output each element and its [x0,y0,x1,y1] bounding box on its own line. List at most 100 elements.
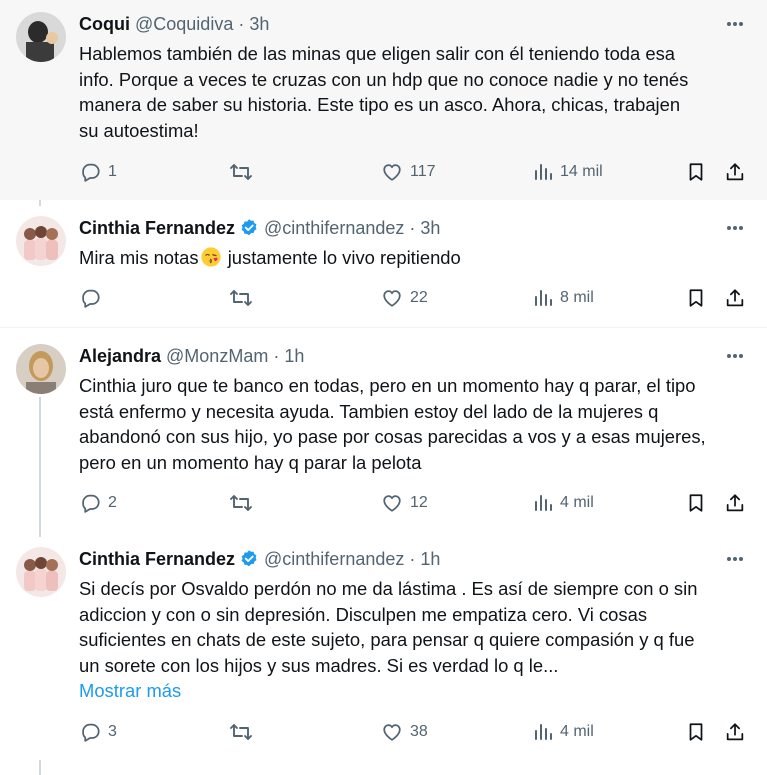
like-icon [383,164,401,181]
tweet[interactable]: Coqui @Coquidiva · 3h Hablemos también d… [0,0,767,200]
author-name[interactable]: Coqui [79,14,130,35]
show-more-link[interactable]: Mostrar más [79,680,181,702]
author-handle[interactable]: @cinthifernandez [264,218,404,239]
view-count: 14 mil [560,163,603,180]
tweet-text: Hablemos también de las minas que eligen… [79,41,749,143]
bookmark-button[interactable] [685,159,707,185]
view-count: 8 mil [560,289,594,306]
author-handle[interactable]: @MonzMam [166,346,268,367]
bookmark-button[interactable] [685,285,707,311]
tweet-text: Si decís por Osvaldo perdón no me da lás… [79,576,749,678]
reply-count: 2 [108,494,117,511]
avatar[interactable] [16,547,66,597]
author-name[interactable]: Cinthia Fernandez [79,549,235,570]
reply-button[interactable]: 3 [79,719,117,745]
retweet-icon [230,164,252,180]
reply-icon [82,289,100,308]
action-bar: 1 117 14 mil [0,159,767,185]
separator: · [409,217,416,238]
reply-icon [82,494,100,513]
tweet-header: Cinthia Fernandez @cinthifernandez · 3h [79,216,440,240]
reply-count: 3 [108,723,117,740]
like-count: 12 [410,494,428,511]
text-line: pero en un momento hay q parar la pelota [79,451,422,473]
text-segment: Mira mis notas [79,247,199,268]
text-line: info. Porque a veces te cruzas con un hd… [79,68,689,90]
reply-button[interactable]: 2 [79,490,117,516]
like-icon [383,495,401,512]
views-button[interactable]: 4 mil [533,490,594,516]
text-line: abandonó con sus hijo, yo pase por cosas… [79,426,706,447]
retweet-button[interactable] [229,285,253,311]
separator: · [409,548,416,569]
text-line: Hablemos también de las minas que eligen… [79,43,676,64]
tweet-text: Cinthia juro que te banco en todas, pero… [79,373,749,475]
retweet-icon [230,724,252,740]
author-name[interactable]: Alejandra [79,346,161,367]
tweet-header: Cinthia Fernandez @cinthifernandez · 1h [79,547,440,571]
views-button[interactable]: 4 mil [533,719,594,745]
like-count: 38 [410,723,428,740]
tweet-header: Coqui @Coquidiva · 3h [79,12,269,36]
views-icon [535,290,552,306]
share-icon [726,494,744,512]
avatar[interactable] [16,12,66,62]
like-icon [383,290,401,307]
more-icon[interactable] [722,346,748,366]
timestamp[interactable]: 1h [284,346,304,367]
face-blowing-kiss-icon [200,247,221,267]
retweet-button[interactable] [229,719,253,745]
reply-icon [82,723,100,742]
view-count: 4 mil [560,723,594,740]
reply-icon [82,163,100,182]
retweet-button[interactable] [229,490,253,516]
retweet-icon [230,290,252,306]
share-button[interactable] [724,159,746,185]
bookmark-icon [689,723,703,741]
timestamp[interactable]: 3h [420,218,440,239]
like-button[interactable]: 12 [381,490,428,516]
author-handle[interactable]: @cinthifernandez [264,549,404,570]
avatar[interactable] [16,216,66,266]
bookmark-icon [689,163,703,181]
timestamp[interactable]: 3h [249,14,269,35]
separator: · [238,13,245,34]
views-button[interactable]: 14 mil [533,159,603,185]
like-button[interactable]: 22 [381,285,428,311]
text-segment: justamente lo vivo repitiendo [222,247,461,268]
text-line: Cinthia juro que te banco en todas, pero… [79,375,696,396]
share-button[interactable] [724,490,746,516]
views-button[interactable]: 8 mil [533,285,594,311]
author-name[interactable]: Cinthia Fernandez [79,218,235,239]
more-icon[interactable] [722,14,748,34]
tweet[interactable]: Cinthia Fernandez @cinthifernandez · 3h … [0,200,767,327]
reply-button[interactable]: 1 [79,159,117,185]
views-icon [535,495,552,511]
view-count: 4 mil [560,494,594,511]
text-line: un sorete con los hijos y sus madres. Si… [79,654,559,676]
more-icon[interactable] [722,218,748,238]
action-bar: 2 12 4 mil [0,490,767,516]
timestamp[interactable]: 1h [420,549,440,570]
verified-badge-icon [241,219,257,236]
views-icon [535,164,552,180]
bookmark-button[interactable] [685,719,707,745]
reply-button[interactable] [79,285,108,311]
like-count: 22 [410,289,428,306]
like-count: 117 [410,163,436,180]
action-bar: 3 38 4 mil [0,719,767,745]
author-handle[interactable]: @Coquidiva [135,14,233,35]
share-button[interactable] [724,719,746,745]
like-button[interactable]: 38 [381,719,428,745]
action-bar: 22 8 mil [0,285,767,311]
avatar[interactable] [16,344,66,394]
tweet[interactable]: Alejandra @MonzMam · 1h Cinthia juro que… [0,328,767,529]
views-icon [535,724,552,740]
text-line: manera de saber su historia. Este tipo e… [79,94,681,115]
share-button[interactable] [724,285,746,311]
tweet[interactable]: Cinthia Fernandez @cinthifernandez · 1h … [0,529,767,775]
bookmark-button[interactable] [685,490,707,516]
more-icon[interactable] [722,549,748,569]
retweet-button[interactable] [229,159,253,185]
like-button[interactable]: 117 [381,159,436,185]
